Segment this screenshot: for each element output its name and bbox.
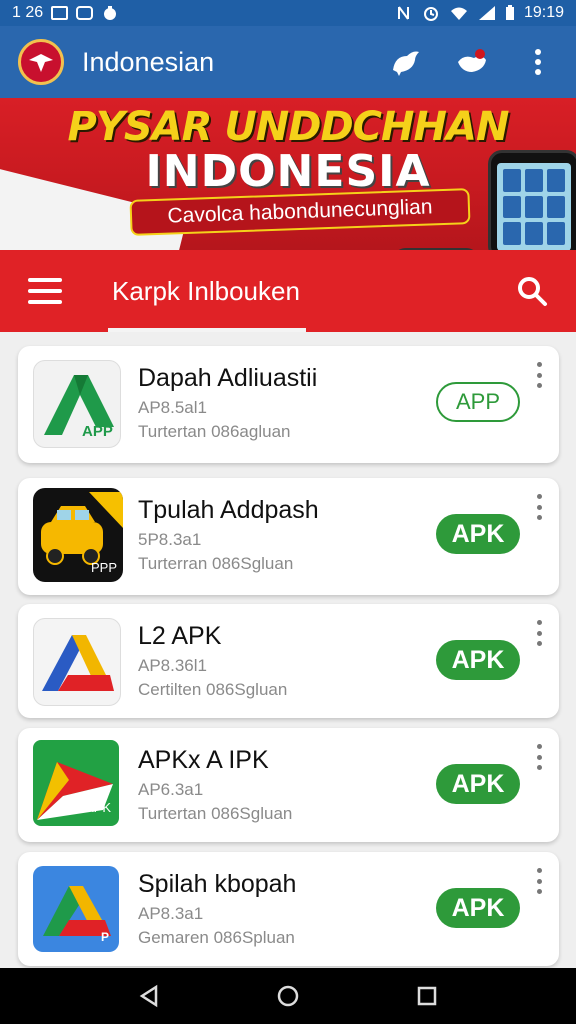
app-publisher: Turterran 086Sgluan [138, 554, 294, 573]
app-name: Tpulah Addpash [138, 496, 319, 524]
app-name: APKx A IPK [138, 746, 269, 774]
banner-headline: PYSAR UNDDCHHAN [67, 104, 510, 150]
bird-action-button[interactable] [386, 42, 426, 82]
status-left-text: 1 26 [12, 4, 44, 21]
thumb-label: APP [82, 423, 113, 440]
app-logo[interactable] [18, 39, 64, 85]
install-button[interactable]: APP [436, 382, 520, 422]
section-title[interactable]: Karpk Inlbouken [112, 276, 300, 307]
app-list-item[interactable]: APP Dapah Adliuastii AP8.5al1 Turtertan … [18, 346, 559, 463]
garuda-icon [29, 54, 53, 72]
battery-icon [505, 5, 514, 20]
bird-notification-icon [458, 49, 486, 72]
tab-indicator [108, 328, 306, 332]
app-version: AP8.5al1 [138, 398, 207, 417]
notification-icon [51, 6, 69, 20]
tricolor-triangle-icon [42, 635, 114, 691]
recents-square-icon [417, 986, 436, 1006]
app-actions [386, 42, 558, 82]
install-button[interactable]: APK [436, 640, 520, 680]
recents-button[interactable] [407, 976, 447, 1016]
thumb-label: P [101, 930, 110, 944]
app-name: Dapah Adliuastii [138, 364, 318, 392]
app-thumbnail [33, 618, 121, 706]
app-version: AP8.36l1 [138, 656, 207, 675]
back-triangle-icon [140, 984, 158, 1008]
search-icon[interactable] [516, 275, 548, 307]
system-nav-bar [0, 968, 576, 1024]
app-version: AP8.3a1 [138, 904, 204, 923]
item-more-icon[interactable] [532, 494, 546, 520]
wifi-icon [450, 7, 467, 20]
install-button[interactable]: APK [436, 764, 520, 804]
thumb-label: PPP [91, 560, 118, 575]
app-title: Indonesian [82, 46, 215, 77]
app-publisher: Gemaren 086Spluan [138, 928, 295, 947]
app-publisher: Turtertan 086agluan [138, 422, 291, 441]
phone-graphic-right [488, 150, 576, 250]
app-list-item[interactable]: L2 APK AP8.36l1 Certilten 086Sgluan APK [18, 604, 559, 718]
install-button[interactable]: APK [436, 514, 520, 554]
home-circle-icon [277, 985, 299, 1007]
screen: 1 26 19:19 Indonesian PYSAR UNDDCHHAN IN… [0, 0, 576, 1024]
item-more-icon[interactable] [532, 744, 546, 770]
home-button[interactable] [268, 976, 308, 1016]
notification-bird-button[interactable] [452, 42, 492, 82]
app-thumbnail: APP [33, 360, 121, 448]
app-publisher: Certilten 086Sgluan [138, 680, 288, 699]
alarm-icon [423, 7, 438, 21]
bird-icon [393, 51, 419, 76]
item-more-icon[interactable] [532, 620, 546, 646]
message-icon [76, 6, 94, 20]
status-time: 19:19 [523, 4, 564, 21]
item-more-icon[interactable] [532, 868, 546, 894]
hamburger-menu-icon[interactable] [28, 278, 62, 304]
thumb-label: APK [85, 800, 112, 815]
robot-icon [104, 6, 117, 20]
app-version: 5P8.3a1 [138, 530, 202, 549]
app-version: AP6.3a1 [138, 780, 204, 799]
app-name: Spilah kbopah [138, 870, 297, 898]
nfc-icon [397, 6, 409, 20]
app-thumbnail: PPP [33, 488, 123, 582]
install-button[interactable]: APK [436, 888, 520, 928]
back-button[interactable] [129, 976, 169, 1016]
status-left: 1 26 [12, 4, 119, 22]
app-thumbnail: P [33, 866, 119, 952]
more-vert-icon [535, 49, 541, 75]
app-list-item[interactable]: PPP Tpulah Addpash 5P8.3a1 Turterran 086… [18, 478, 559, 595]
overflow-menu-button[interactable] [518, 42, 558, 82]
app-publisher: Turtertan 086Sgluan [138, 804, 293, 823]
status-right: 19:19 [396, 4, 564, 22]
app-list-item[interactable]: P Spilah kbopah AP8.3a1 Gemaren 086Splua… [18, 852, 559, 966]
status-bar: 1 26 19:19 [0, 0, 576, 26]
signal-icon [478, 6, 495, 20]
item-more-icon[interactable] [532, 362, 546, 388]
app-thumbnail: APK [33, 740, 119, 826]
app-name: L2 APK [138, 622, 222, 650]
app-bar: Indonesian [0, 26, 576, 98]
promo-banner[interactable]: PYSAR UNDDCHHAN INDONESIA Cavolca habond… [0, 98, 576, 250]
section-toolbar: Karpk Inlbouken [0, 250, 576, 332]
app-list-item[interactable]: APK APKx A IPK AP6.3a1 Turtertan 086Sglu… [18, 728, 559, 842]
